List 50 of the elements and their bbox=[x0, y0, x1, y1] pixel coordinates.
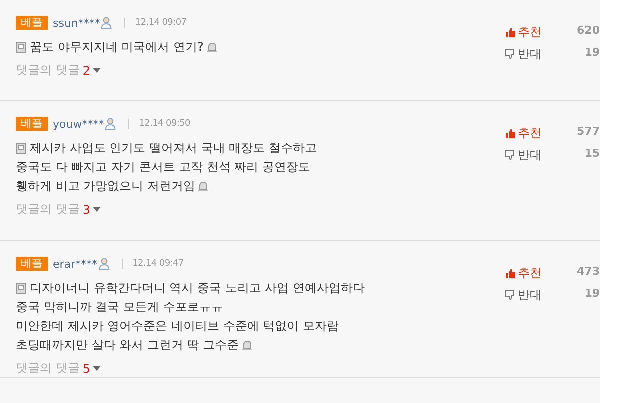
thumbs-up-icon bbox=[505, 268, 516, 279]
replies-toggle[interactable]: 댓글의 댓글 2 bbox=[16, 62, 102, 79]
recommend-button[interactable]: 추천 bbox=[505, 24, 542, 41]
timestamp: 12.14 09:47 bbox=[132, 259, 184, 269]
thumbs-down-icon bbox=[505, 49, 516, 60]
best-badge: 베플 bbox=[16, 117, 48, 131]
timestamp: 12.14 09:07 bbox=[135, 18, 187, 28]
username[interactable]: erar**** bbox=[53, 258, 98, 270]
replies-toggle[interactable]: 댓글의 댓글 3 bbox=[16, 201, 102, 218]
thumbs-down-icon bbox=[505, 290, 516, 301]
comment-text: 꿈도 야무지지네 미국에서 연기? bbox=[30, 39, 204, 56]
timestamp: 12.14 09:50 bbox=[139, 119, 190, 129]
comment-text: 중국도 다 빠지고 자기 콘서트 고작 천석 짜리 공연장도 bbox=[16, 159, 311, 176]
report-icon[interactable] bbox=[206, 42, 218, 53]
recommend-count: 473 bbox=[577, 265, 600, 278]
oppose-button[interactable]: 반대 bbox=[505, 46, 542, 63]
best-badge: 베플 bbox=[16, 257, 48, 271]
comment-text: 미안한데 제시카 영어수준은 네이티브 수준에 턱없이 모자람 bbox=[16, 318, 339, 335]
oppose-count: 15 bbox=[584, 147, 600, 160]
replies-toggle[interactable]: 댓글의 댓글 5 bbox=[16, 360, 102, 377]
comment-text: 휑하게 비고 가망없으니 저런거임 bbox=[16, 178, 196, 195]
person-icon bbox=[98, 258, 110, 270]
caret-icon bbox=[93, 207, 102, 212]
oppose-count: 19 bbox=[584, 46, 600, 59]
caret-icon bbox=[93, 366, 102, 371]
report-icon[interactable] bbox=[242, 340, 254, 351]
document-icon bbox=[16, 143, 26, 154]
report-icon[interactable] bbox=[198, 181, 210, 192]
recommend-count: 620 bbox=[577, 24, 600, 37]
oppose-count: 19 bbox=[584, 287, 600, 300]
username[interactable]: ssun**** bbox=[53, 16, 100, 30]
thumbs-up-icon bbox=[505, 27, 516, 38]
person-icon bbox=[105, 118, 116, 130]
best-badge: 베플 bbox=[16, 16, 48, 30]
recommend-button[interactable]: 추천 bbox=[505, 125, 542, 142]
comment-text: 중국 막히니까 결국 모든게 수포로ㅠㅠ bbox=[16, 299, 224, 316]
thumbs-up-icon bbox=[505, 128, 516, 139]
recommend-count: 577 bbox=[577, 125, 600, 138]
document-icon bbox=[16, 283, 26, 294]
comment-text: 제시카 사업도 인기도 떨어져서 국내 매장도 철수하고 bbox=[30, 140, 317, 157]
caret-icon bbox=[93, 68, 102, 73]
comment-text: 디자이너니 유학간다더니 역시 중국 노리고 사업 연예사업하다 bbox=[30, 280, 365, 297]
comment-text: 초딩때까지만 살다 와서 그런거 딱 그수준 bbox=[16, 337, 240, 354]
recommend-button[interactable]: 추천 bbox=[505, 265, 542, 282]
person-icon bbox=[101, 17, 112, 29]
oppose-button[interactable]: 반대 bbox=[505, 287, 542, 304]
document-icon bbox=[16, 42, 26, 53]
oppose-button[interactable]: 반대 bbox=[505, 147, 542, 164]
thumbs-down-icon bbox=[505, 150, 516, 161]
username[interactable]: youw**** bbox=[53, 118, 104, 130]
